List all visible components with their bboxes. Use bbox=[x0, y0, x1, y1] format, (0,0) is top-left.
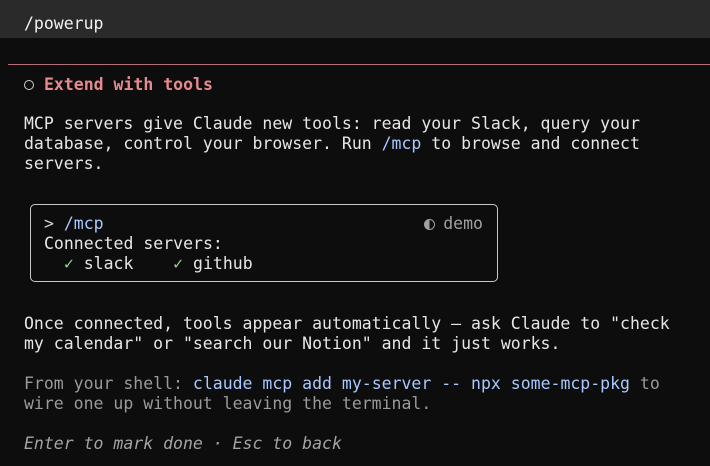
shell-tip-before: From your shell: bbox=[24, 374, 193, 393]
intro-line-2-after: to browse and connect bbox=[421, 134, 640, 153]
connected-servers-heading: Connected servers: bbox=[44, 234, 223, 253]
intro-line-1: MCP servers give Claude new tools: read … bbox=[24, 114, 640, 133]
demo-panel: > /mcp demo Connected servers: ✓ slack ✓… bbox=[30, 204, 498, 282]
shell-tip-after: to bbox=[629, 374, 660, 393]
check-icon: ✓ bbox=[173, 254, 184, 273]
shell-tip-paragraph: From your shell: claude mcp add my-serve… bbox=[24, 374, 660, 414]
shell-command-code: claude mcp add my-server -- npx some-mcp… bbox=[192, 374, 630, 393]
shell-tip-line-2: wire one up without leaving the terminal… bbox=[24, 394, 432, 413]
demo-tag: demo bbox=[424, 214, 483, 234]
intro-paragraph: MCP servers give Claude new tools: read … bbox=[24, 114, 640, 174]
followup-line-1: Once connected, tools appear automatical… bbox=[24, 314, 670, 333]
intro-line-2-before: database, control your browser. Run bbox=[24, 134, 382, 153]
demo-command: /mcp bbox=[63, 214, 104, 233]
demo-prompt-line: > /mcp bbox=[44, 214, 104, 234]
server-name-github: github bbox=[193, 254, 253, 273]
half-circle-icon bbox=[424, 218, 436, 230]
server-list: ✓ slack ✓ github bbox=[44, 254, 253, 274]
mcp-command-code: /mcp bbox=[381, 134, 422, 153]
prompt-symbol: > bbox=[44, 214, 54, 233]
command-input-bar[interactable]: /powerup bbox=[0, 0, 710, 38]
section-header: Extend with tools bbox=[24, 73, 213, 97]
section-divider bbox=[8, 64, 710, 65]
command-input-text[interactable]: /powerup bbox=[24, 12, 103, 36]
server-name-slack: slack bbox=[83, 254, 134, 273]
circle-icon bbox=[24, 80, 34, 90]
keyboard-hint: Enter to mark done · Esc to back bbox=[24, 434, 342, 453]
section-title: Extend with tools bbox=[44, 75, 213, 94]
intro-line-3: servers. bbox=[24, 154, 104, 173]
followup-line-2: my calendar" or "search our Notion" and … bbox=[24, 334, 561, 353]
demo-tag-label: demo bbox=[443, 214, 483, 233]
followup-paragraph: Once connected, tools appear automatical… bbox=[24, 314, 670, 354]
check-icon: ✓ bbox=[63, 254, 74, 273]
